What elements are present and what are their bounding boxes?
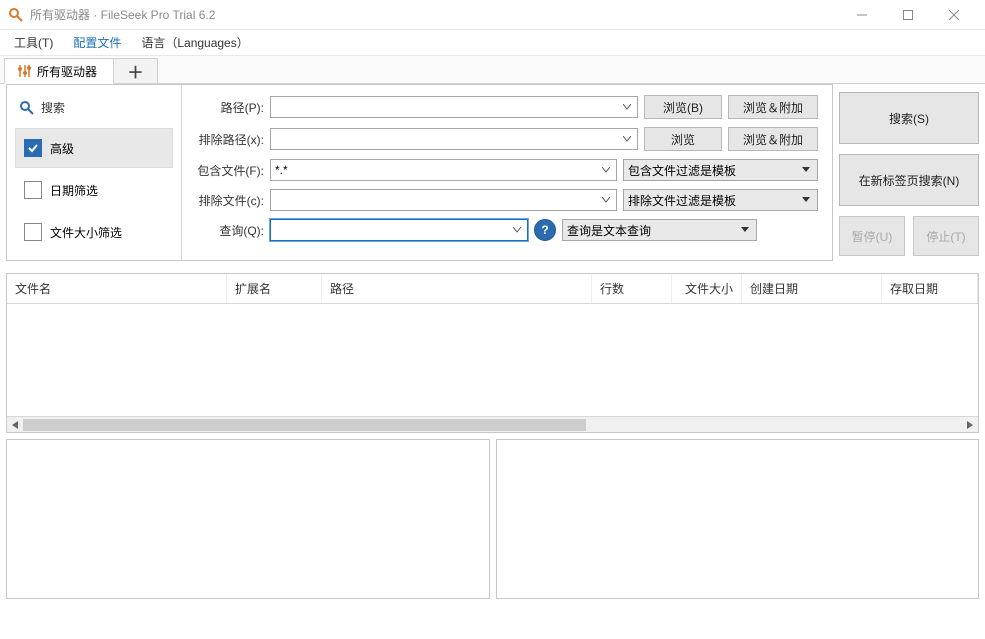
- col-filename[interactable]: 文件名: [7, 274, 227, 303]
- chevron-down-icon: [509, 220, 525, 240]
- col-size[interactable]: 文件大小: [672, 274, 742, 303]
- include-files-value: *.*: [275, 163, 288, 177]
- col-extension[interactable]: 扩展名: [227, 274, 322, 303]
- exclude-mode-value: 排除文件过滤是模板: [628, 192, 736, 209]
- sidebar-search-header: 搜索: [15, 93, 173, 126]
- form-body: 路径(P): 浏览(B) 浏览＆附加 排除路径(x): 浏览 浏览＆附加 包含文…: [182, 85, 832, 260]
- sidebar: 搜索 高级 日期筛选 文件大小筛选: [7, 85, 182, 260]
- results-panel: 文件名 扩展名 路径 行数 文件大小 创建日期 存取日期: [6, 273, 979, 433]
- path-label: 路径(P):: [192, 99, 264, 116]
- maximize-button[interactable]: [885, 0, 931, 30]
- titlebar: 所有驱动器 · FileSeek Pro Trial 6.2: [0, 0, 985, 30]
- sidebar-item-date-filter[interactable]: 日期筛选: [15, 170, 173, 210]
- include-files-input[interactable]: *.*: [270, 159, 617, 181]
- include-mode-dropdown[interactable]: 包含文件过滤是模板: [623, 159, 818, 181]
- preview-pane-left: [6, 439, 490, 599]
- query-mode-dropdown[interactable]: 查询是文本查询: [562, 219, 757, 241]
- sidebar-item-label: 日期筛选: [50, 182, 98, 199]
- menu-tools[interactable]: 工具(T): [6, 30, 61, 55]
- results-header: 文件名 扩展名 路径 行数 文件大小 创建日期 存取日期: [7, 274, 978, 304]
- exclude-path-input[interactable]: [270, 128, 638, 150]
- form-panel: 搜索 高级 日期筛选 文件大小筛选 路径(P):: [6, 84, 833, 261]
- scroll-right-icon[interactable]: [962, 417, 978, 433]
- window-title: 所有驱动器 · FileSeek Pro Trial 6.2: [30, 6, 215, 23]
- scroll-left-icon[interactable]: [7, 417, 23, 433]
- col-created[interactable]: 创建日期: [742, 274, 882, 303]
- menu-language[interactable]: 语言（Languages）: [133, 30, 256, 55]
- tab-label: 所有驱动器: [37, 63, 97, 80]
- exclude-mode-dropdown[interactable]: 排除文件过滤是模板: [623, 189, 818, 211]
- browse-append-button[interactable]: 浏览＆附加: [728, 95, 818, 119]
- results-body: [7, 304, 978, 416]
- tab-all-drives[interactable]: 所有驱动器: [4, 58, 114, 84]
- menubar: 工具(T) 配置文件 语言（Languages）: [0, 30, 985, 56]
- browse-button[interactable]: 浏览(B): [644, 95, 722, 119]
- bottom-panes: [6, 439, 979, 599]
- sidebar-item-label: 文件大小筛选: [50, 224, 122, 241]
- include-files-label: 包含文件(F):: [192, 162, 264, 179]
- search-new-tab-button[interactable]: 在新标签页搜索(N): [839, 154, 979, 206]
- scroll-track[interactable]: [23, 419, 962, 431]
- path-input[interactable]: [270, 96, 638, 118]
- chevron-down-icon: [598, 190, 614, 210]
- minimize-button[interactable]: [839, 0, 885, 30]
- caret-down-icon: [799, 167, 813, 173]
- horizontal-scrollbar[interactable]: [7, 416, 978, 432]
- main-area: 搜索 高级 日期筛选 文件大小筛选 路径(P):: [0, 84, 985, 267]
- app-icon: [8, 7, 24, 23]
- exclude-path-label: 排除路径(x):: [192, 131, 264, 148]
- include-mode-value: 包含文件过滤是模板: [628, 162, 736, 179]
- chevron-down-icon: [598, 160, 614, 180]
- scroll-thumb[interactable]: [23, 419, 586, 431]
- col-lines[interactable]: 行数: [592, 274, 672, 303]
- checkbox-icon: [24, 181, 42, 199]
- sidebar-search-label: 搜索: [41, 99, 65, 116]
- close-button[interactable]: [931, 0, 977, 30]
- checkbox-checked-icon: [24, 139, 42, 157]
- chevron-down-icon: [619, 129, 635, 149]
- chevron-down-icon: [619, 97, 635, 117]
- sidebar-item-label: 高级: [50, 140, 74, 157]
- search-button[interactable]: 搜索(S): [839, 92, 979, 144]
- col-accessed[interactable]: 存取日期: [882, 274, 978, 303]
- caret-down-icon: [738, 227, 752, 233]
- query-label: 查询(Q):: [192, 222, 264, 239]
- query-input[interactable]: [270, 219, 528, 241]
- preview-pane-right: [496, 439, 980, 599]
- stop-button[interactable]: 停止(T): [913, 216, 979, 256]
- pause-button[interactable]: 暂停(U): [839, 216, 905, 256]
- query-mode-value: 查询是文本查询: [567, 222, 651, 239]
- menu-profiles[interactable]: 配置文件: [65, 30, 129, 55]
- help-button[interactable]: ?: [534, 219, 556, 241]
- sidebar-item-size-filter[interactable]: 文件大小筛选: [15, 212, 173, 252]
- browse-exclude-button[interactable]: 浏览: [644, 127, 722, 151]
- caret-down-icon: [799, 197, 813, 203]
- add-tab-button[interactable]: ＋: [114, 58, 158, 84]
- exclude-files-input[interactable]: [270, 189, 617, 211]
- exclude-files-label: 排除文件(c):: [192, 192, 264, 209]
- right-actions: 搜索(S) 在新标签页搜索(N) 暂停(U) 停止(T): [839, 84, 979, 261]
- tabstrip: 所有驱动器 ＋: [0, 56, 985, 84]
- col-path[interactable]: 路径: [322, 274, 592, 303]
- checkbox-icon: [24, 223, 42, 241]
- browse-append-exclude-button[interactable]: 浏览＆附加: [728, 127, 818, 151]
- sliders-icon: [17, 64, 31, 78]
- sidebar-item-advanced[interactable]: 高级: [15, 128, 173, 168]
- search-icon: [19, 100, 35, 116]
